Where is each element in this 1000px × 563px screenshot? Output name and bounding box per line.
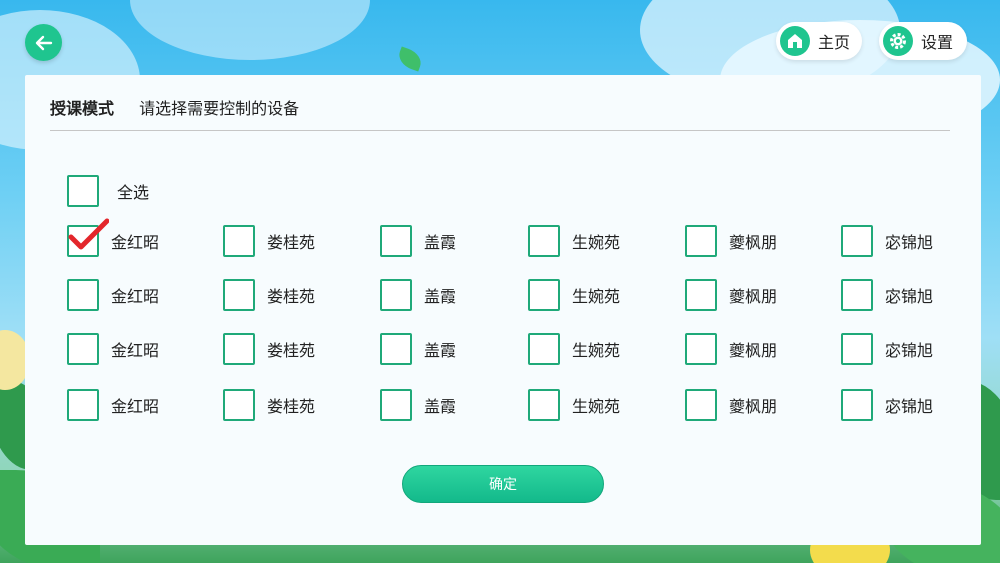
gear-icon — [883, 26, 913, 56]
device-label: 金红昭 — [111, 287, 160, 306]
checkbox-box — [67, 333, 99, 365]
checkbox-box — [841, 279, 873, 311]
device-label: 金红昭 — [111, 397, 160, 416]
device-checkbox[interactable]: 盖霞 — [380, 225, 456, 257]
arrow-left-icon — [35, 35, 52, 50]
settings-button[interactable]: 设置 — [879, 22, 967, 60]
device-label: 夔枫朋 — [729, 287, 778, 306]
device-checkbox[interactable]: 夔枫朋 — [685, 225, 777, 257]
device-checkbox[interactable]: 娄桂苑 — [223, 389, 315, 421]
device-selection-panel: 授课模式 请选择需要控制的设备 全选 金红昭 娄桂苑 盖霞 生婉苑 夔枫朋 宓锦旭 金红昭娄… — [25, 75, 981, 545]
device-checkbox[interactable]: 娄桂苑 — [223, 279, 315, 311]
checkbox-box — [223, 225, 255, 257]
checkbox-box — [528, 279, 560, 311]
settings-label: 设置 — [921, 33, 954, 52]
device-checkbox[interactable]: 盖霞 — [380, 333, 456, 365]
device-label: 宓锦旭 — [885, 233, 934, 252]
device-label: 夔枫朋 — [729, 397, 778, 416]
checkbox-box — [67, 389, 99, 421]
checkbox-box — [685, 389, 717, 421]
device-checkbox[interactable]: 宓锦旭 — [841, 279, 933, 311]
checkbox-box — [380, 389, 412, 421]
device-checkbox[interactable]: 夔枫朋 — [685, 333, 777, 365]
home-icon — [780, 26, 810, 56]
device-label: 娄桂苑 — [267, 341, 316, 360]
device-checkbox[interactable]: 夔枫朋 — [685, 279, 777, 311]
device-checkbox[interactable]: 金红昭 — [67, 389, 159, 421]
checkbox-box — [528, 225, 560, 257]
device-label: 宓锦旭 — [885, 287, 934, 306]
check-mark-icon — [68, 218, 109, 250]
checkbox-box — [685, 279, 717, 311]
device-checkbox[interactable]: 金红昭 — [67, 279, 159, 311]
device-label: 宓锦旭 — [885, 397, 934, 416]
device-label: 盖霞 — [424, 287, 457, 306]
checkbox-box — [528, 333, 560, 365]
device-checkbox[interactable]: 生婉苑 — [528, 333, 620, 365]
checkbox-box — [223, 279, 255, 311]
device-label: 金红昭 — [111, 341, 160, 360]
checkbox-box — [223, 333, 255, 365]
checkbox-box — [380, 279, 412, 311]
device-label: 夔枫朋 — [729, 233, 778, 252]
device-label: 生婉苑 — [572, 397, 621, 416]
device-label: 娄桂苑 — [267, 287, 316, 306]
checkbox-box — [380, 225, 412, 257]
device-label: 娄桂苑 — [267, 397, 316, 416]
checkbox-box — [67, 175, 99, 207]
mode-title: 授课模式 — [50, 99, 115, 118]
instruction-text: 请选择需要控制的设备 — [139, 99, 300, 118]
device-label: 夔枫朋 — [729, 341, 778, 360]
device-checkbox[interactable]: 夔枫朋 — [685, 389, 777, 421]
checkbox-box — [841, 225, 873, 257]
device-checkbox[interactable]: 娄桂苑 — [223, 333, 315, 365]
checkbox-box — [685, 333, 717, 365]
back-button[interactable] — [25, 24, 62, 61]
device-label: 盖霞 — [424, 341, 457, 360]
checkbox-box — [67, 218, 109, 257]
device-label: 娄桂苑 — [267, 233, 316, 252]
device-label: 盖霞 — [424, 233, 457, 252]
checkbox-box — [223, 389, 255, 421]
home-button[interactable]: 主页 — [776, 22, 862, 60]
checkbox-box — [528, 389, 560, 421]
device-checkbox[interactable]: 生婉苑 — [528, 225, 620, 257]
confirm-button[interactable]: 确定 — [402, 465, 604, 503]
device-checkbox[interactable]: 金红昭 — [67, 333, 159, 365]
home-label: 主页 — [818, 33, 851, 52]
select-all-label: 全选 — [117, 183, 150, 202]
device-checkbox[interactable]: 盖霞 — [380, 279, 456, 311]
device-checkbox[interactable]: 宓锦旭 — [841, 389, 933, 421]
device-checkbox[interactable]: 盖霞 — [380, 389, 456, 421]
device-label: 盖霞 — [424, 397, 457, 416]
device-label: 生婉苑 — [572, 287, 621, 306]
device-label: 宓锦旭 — [885, 341, 934, 360]
select-all-checkbox[interactable]: 全选 — [67, 175, 149, 207]
confirm-label: 确定 — [489, 477, 517, 493]
device-checkbox[interactable]: 金红昭 — [67, 218, 160, 257]
device-checkbox[interactable]: 生婉苑 — [528, 389, 620, 421]
device-label: 金红昭 — [111, 233, 160, 252]
device-label: 生婉苑 — [572, 233, 621, 252]
device-label: 生婉苑 — [572, 341, 621, 360]
panel-header: 授课模式 请选择需要控制的设备 — [50, 95, 299, 119]
device-checkbox[interactable]: 宓锦旭 — [841, 333, 933, 365]
checkbox-box — [380, 333, 412, 365]
device-checkbox[interactable]: 宓锦旭 — [841, 225, 933, 257]
device-checkbox[interactable]: 生婉苑 — [528, 279, 620, 311]
checkbox-box — [841, 389, 873, 421]
divider — [50, 130, 950, 131]
device-checkbox[interactable]: 娄桂苑 — [223, 225, 315, 257]
checkbox-box — [685, 225, 717, 257]
checkbox-box — [67, 279, 99, 311]
checkbox-box — [841, 333, 873, 365]
